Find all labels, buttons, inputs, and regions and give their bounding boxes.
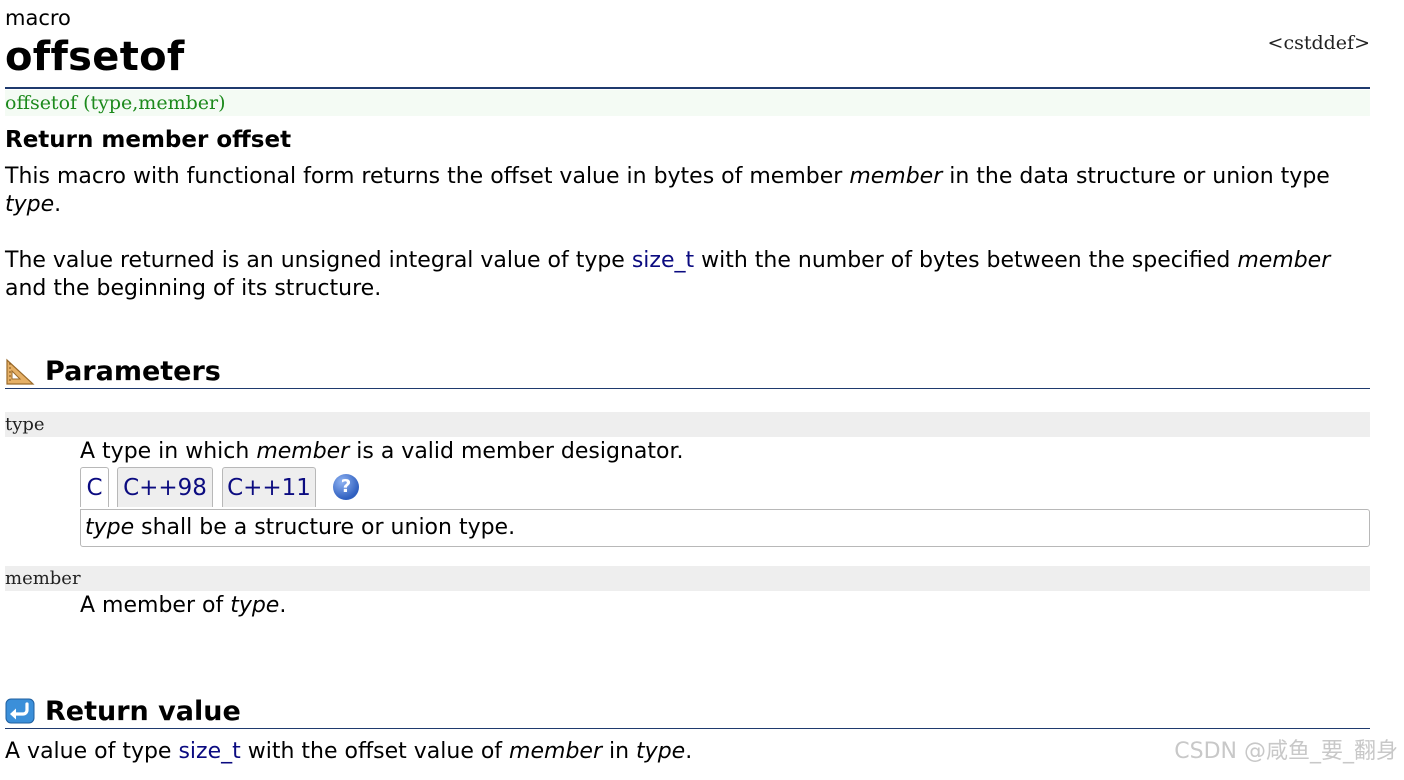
description-paragraph-1: This macro with functional form returns … [5,163,1370,219]
text: . [685,739,693,764]
text: The value returned is an unsigned integr… [5,248,632,273]
param-name: type [5,414,45,435]
text: . [54,192,62,217]
text: This macro with functional form returns … [5,164,850,189]
text: with the number of bytes between the spe… [694,248,1238,273]
return-value-heading: Return value [45,696,241,727]
page-title: offsetof [5,34,185,80]
header-include-link[interactable]: <cstddef> [1268,32,1370,54]
param-ref: member [1237,248,1331,273]
text: A type in which [80,439,257,464]
text: with the offset value of [240,739,510,764]
parameters-section-header: Parameters [5,356,1370,389]
prototype-box: offsetof (type,member) [5,90,1370,116]
tab-panel: type shall be a structure or union type. [80,509,1370,547]
entity-kind-label: macro [5,6,71,30]
return-arrow-icon [5,698,35,724]
param-ref: type [636,739,686,764]
param-ref: type [230,593,280,618]
tab-cpp98[interactable]: C++98 [117,467,213,507]
param-name-row: type [5,412,1370,437]
size-t-link[interactable]: size_t [632,248,694,273]
param-ref: type [5,192,55,217]
size-t-link[interactable]: size_t [178,739,240,764]
watermark: CSDN @咸鱼_要_翻身 [1174,739,1398,764]
param-name-row: member [5,566,1370,591]
text: is a valid member designator. [349,439,684,464]
param-description: A type in which member is a valid member… [80,438,684,466]
title-divider [5,87,1370,89]
prototype-text: offsetof (type,member) [5,92,226,114]
parameters-heading: Parameters [45,356,221,387]
tab-c[interactable]: C [80,467,109,507]
param-ref: member [849,164,943,189]
set-square-icon [6,358,35,385]
text: A value of type [5,739,179,764]
return-value-text: A value of type size_t with the offset v… [5,738,692,766]
text: in the data structure or union type [942,164,1330,189]
param-ref: type [85,515,135,540]
help-icon[interactable]: ? [333,474,359,500]
text: in [602,739,637,764]
text: shall be a structure or union type. [134,515,516,540]
description-paragraph-2: The value returned is an unsigned integr… [5,247,1370,303]
text: . [279,593,287,618]
param-ref: member [256,439,350,464]
text: and the beginning of its structure. [5,276,382,301]
param-ref: member [509,739,602,764]
text: A member of [80,593,231,618]
subtitle: Return member offset [5,127,292,153]
tab-cpp11[interactable]: C++11 [222,467,316,507]
return-value-section-header: Return value [5,696,1370,729]
param-name: member [5,568,81,589]
param-description: A member of type. [80,592,286,620]
